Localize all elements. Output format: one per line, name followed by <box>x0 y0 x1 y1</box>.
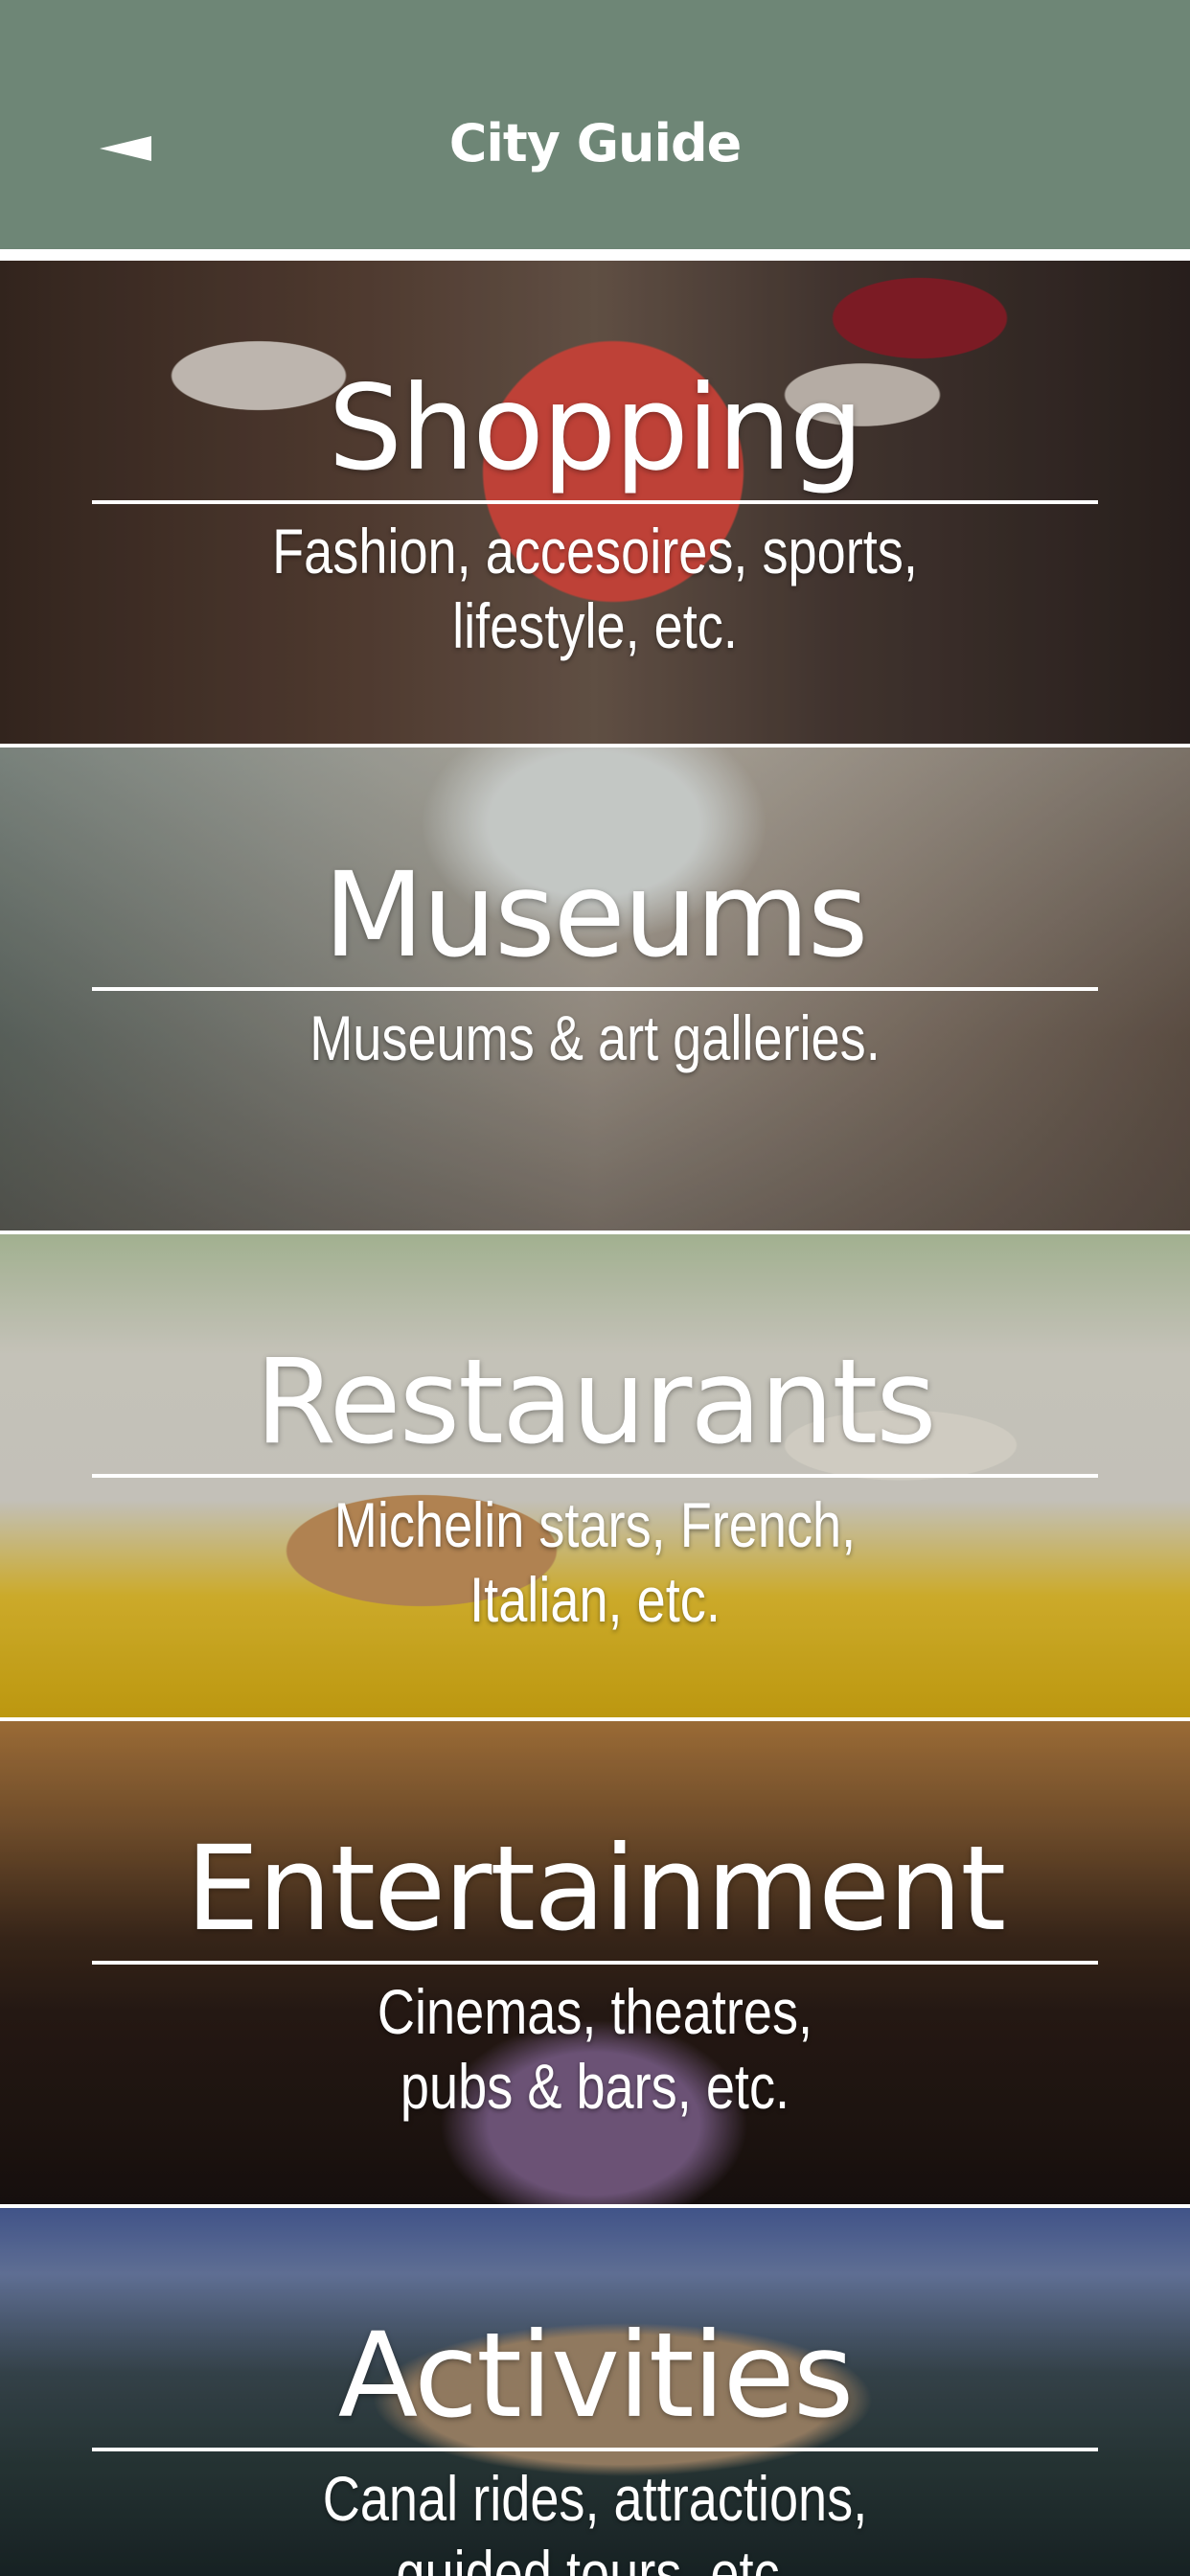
divider <box>92 500 1098 504</box>
category-card-activities[interactable]: Activities Canal rides, attractions, gui… <box>0 2208 1190 2576</box>
category-description: Museums & art galleries. <box>309 1002 881 1073</box>
divider <box>92 2448 1098 2451</box>
category-description: Fashion, accesoires, sports, lifestyle, … <box>272 516 918 661</box>
category-title: Entertainment <box>185 1821 1006 1957</box>
page-title: City Guide <box>448 113 743 173</box>
category-card-shopping[interactable]: Shopping Fashion, accesoires, sports, li… <box>0 261 1190 744</box>
category-title: Restaurants <box>255 1334 936 1470</box>
divider <box>92 987 1098 991</box>
category-title: Shopping <box>328 360 864 496</box>
divider <box>92 1961 1098 1965</box>
app-header: City Guide <box>0 0 1190 249</box>
category-title: Museums <box>323 847 869 983</box>
category-card-entertainment[interactable]: Entertainment Cinemas, theatres, pubs & … <box>0 1721 1190 2204</box>
category-description: Canal rides, attractions, guided tours, … <box>322 2463 868 2576</box>
divider <box>92 1474 1098 1478</box>
category-description: Michelin stars, French, Italian, etc. <box>333 1489 857 1635</box>
category-description: Cinemas, theatres, pubs & bars, etc. <box>377 1976 813 2122</box>
category-title: Activities <box>337 2308 855 2444</box>
category-card-restaurants[interactable]: Restaurants Michelin stars, French, Ital… <box>0 1234 1190 1717</box>
category-card-museums[interactable]: Museums Museums & art galleries. <box>0 748 1190 1230</box>
